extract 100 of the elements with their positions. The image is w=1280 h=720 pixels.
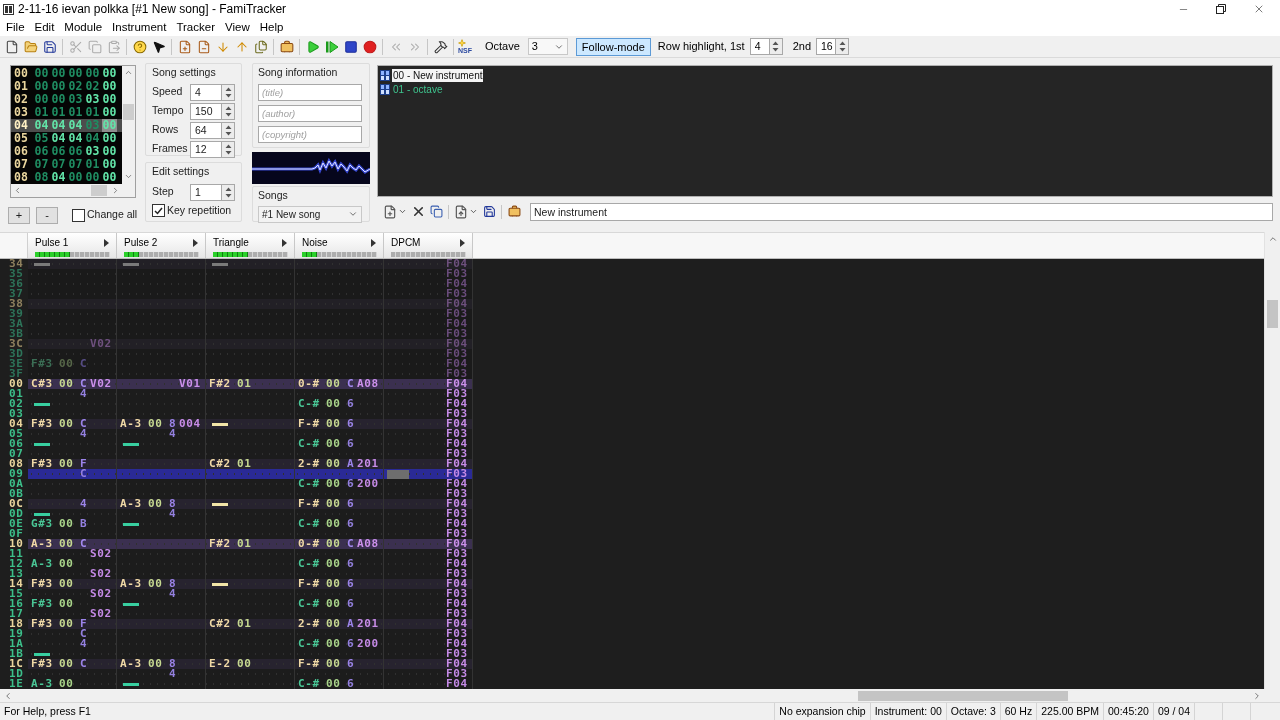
chevron-up-icon[interactable]	[124, 68, 133, 77]
pattern-row[interactable]: F03	[28, 649, 473, 659]
spin-button[interactable]	[222, 183, 235, 201]
frame-cell[interactable]: 00	[101, 171, 118, 184]
frame-cell[interactable]: 04	[50, 171, 67, 184]
page-up-icon[interactable]	[453, 204, 468, 219]
frame-cell[interactable]: 00	[67, 171, 84, 184]
frame-cell[interactable]: 07	[67, 158, 84, 171]
pattern-row[interactable]: F#3 00 F C#2 01 2-# 00 A 201 F04	[28, 459, 473, 469]
octave-dropdown[interactable]: 3	[527, 38, 568, 55]
blank-page-icon[interactable]	[4, 39, 19, 54]
bar-play-icon[interactable]	[324, 39, 339, 54]
frame-cell[interactable]: 00	[50, 93, 67, 106]
pattern-row[interactable]: F03	[28, 409, 473, 419]
play-icon[interactable]	[305, 39, 320, 54]
frame-row[interactable]: 03 01 01 01 01 00	[11, 106, 122, 119]
frame-cell[interactable]: 03	[84, 145, 101, 158]
pattern-row[interactable]: 4 F03	[28, 389, 473, 399]
frame-row[interactable]: 07 07 07 07 01 00	[11, 158, 122, 171]
frame-cell[interactable]: 04	[67, 132, 84, 145]
frame-row[interactable]: 00 00 00 00 00 00	[11, 67, 122, 80]
frame-cell[interactable]: 00	[101, 132, 118, 145]
highlight-field[interactable]: 4	[749, 38, 770, 55]
frame-cell[interactable]: 00	[101, 67, 118, 80]
pattern-row[interactable]: 4 A-3 00 8 F-# 00 6 F04	[28, 499, 473, 509]
spin-button[interactable]	[222, 83, 235, 101]
text-field[interactable]: (title)	[258, 83, 362, 101]
frame-cell[interactable]: 01	[67, 106, 84, 119]
pattern-row[interactable]: G#3 00 B C-# 00 6 F04	[28, 519, 473, 529]
checkbox[interactable]	[152, 204, 165, 218]
frame-cell[interactable]: 00	[101, 145, 118, 158]
page-minus-icon[interactable]	[196, 39, 211, 54]
follow-mode-button[interactable]: Follow-mode	[575, 37, 651, 56]
briefcase-icon[interactable]	[507, 205, 521, 218]
frame-cell[interactable]: 00	[33, 80, 50, 93]
pattern-row[interactable]: 4 F03	[28, 509, 473, 519]
frame-cell[interactable]: 02	[84, 80, 101, 93]
triangle-right-icon[interactable]	[371, 238, 376, 247]
record-icon[interactable]	[362, 39, 377, 54]
frame-cell[interactable]: 00	[84, 67, 101, 80]
pattern-row[interactable]: C F03	[28, 469, 473, 479]
frame-row[interactable]: 01 00 00 02 02 00	[11, 80, 122, 93]
scrollbar-thumb[interactable]	[91, 185, 107, 196]
channel-header[interactable]: Pulse 2	[117, 233, 206, 258]
spin-button[interactable]	[222, 102, 235, 120]
frame-cell[interactable]: 06	[33, 145, 50, 158]
frame-cell[interactable]: 03	[84, 93, 101, 106]
frame-cell[interactable]: 04	[67, 119, 84, 132]
frame-cell[interactable]: 01	[50, 106, 67, 119]
frame-cell[interactable]: 05	[33, 132, 50, 145]
menu-item[interactable]: File	[1, 19, 30, 35]
frame-row[interactable]: 05 05 04 04 04 00	[11, 132, 122, 145]
pages-icon[interactable]	[253, 39, 268, 54]
list-item[interactable]: 00 - New instrument	[392, 68, 484, 82]
frame-cell[interactable]: 00	[101, 158, 118, 171]
menu-item[interactable]: View	[219, 19, 255, 35]
pattern-row[interactable]: A-3 00 C-# 00 6 F04	[28, 679, 473, 689]
frame-row[interactable]: 06 06 06 06 03 00	[11, 145, 122, 158]
text-field[interactable]: (author)	[258, 104, 362, 122]
text-field[interactable]: (copyright)	[258, 125, 362, 143]
frame-cell[interactable]: 00	[67, 67, 84, 80]
pattern-row[interactable]: A-3 00 C-# 00 6 F04	[28, 559, 473, 569]
menu-item[interactable]: Tracker	[171, 19, 220, 35]
spin-button[interactable]	[836, 38, 849, 55]
number-field[interactable]: 150	[190, 102, 222, 120]
chevron-down-icon[interactable]	[124, 172, 133, 181]
frame-cell[interactable]: 00	[50, 67, 67, 80]
frame-cell[interactable]: 08	[33, 171, 50, 184]
copy-icon[interactable]	[429, 205, 443, 218]
frame-cell[interactable]: 00	[33, 67, 50, 80]
triangle-right-icon[interactable]	[104, 238, 109, 247]
frame-cell[interactable]: 00	[101, 93, 118, 106]
chevron-left-icon[interactable]	[3, 690, 13, 701]
briefcase-icon[interactable]	[279, 39, 294, 54]
chevron-right-icon[interactable]	[1252, 690, 1262, 701]
add-frame-button[interactable]: +	[8, 206, 30, 224]
page-plus-icon[interactable]	[177, 39, 192, 54]
triangle-right-icon[interactable]	[460, 238, 465, 247]
menu-item[interactable]: Module	[59, 19, 108, 35]
frame-cell[interactable]: 00	[33, 93, 50, 106]
pattern-row[interactable]: F03	[28, 529, 473, 539]
pattern-row[interactable]: A-3 00 C F#2 01 0-# 00 C A08 F04	[28, 539, 473, 549]
menu-item[interactable]: Help	[254, 19, 289, 35]
caret-icon[interactable]	[398, 207, 407, 216]
frame-cell[interactable]: 00	[84, 171, 101, 184]
checkbox[interactable]	[72, 208, 85, 222]
frame-cell[interactable]: 04	[33, 119, 50, 132]
pattern-row[interactable]: F#3 00 F C#2 01 2-# 00 A 201 F04	[28, 619, 473, 629]
frame-row[interactable]: 04 04 04 04 03 00	[11, 119, 122, 132]
pattern-row[interactable]: C F03	[28, 629, 473, 639]
number-field[interactable]: 4	[190, 83, 222, 101]
frame-cell[interactable]: 00	[101, 106, 118, 119]
frame-cell[interactable]: 04	[84, 132, 101, 145]
frame-cell[interactable]: 02	[67, 80, 84, 93]
pattern-row[interactable]: C-# 00 6 200 F04	[28, 479, 473, 489]
pattern-row[interactable]: C-# 00 6 F04	[28, 439, 473, 449]
frame-cell[interactable]: 04	[50, 119, 67, 132]
pattern-row[interactable]: F#3 00 A-3 00 8 F-# 00 6 F04	[28, 579, 473, 589]
caret-icon[interactable]	[469, 207, 478, 216]
number-field[interactable]: 1	[190, 183, 222, 201]
